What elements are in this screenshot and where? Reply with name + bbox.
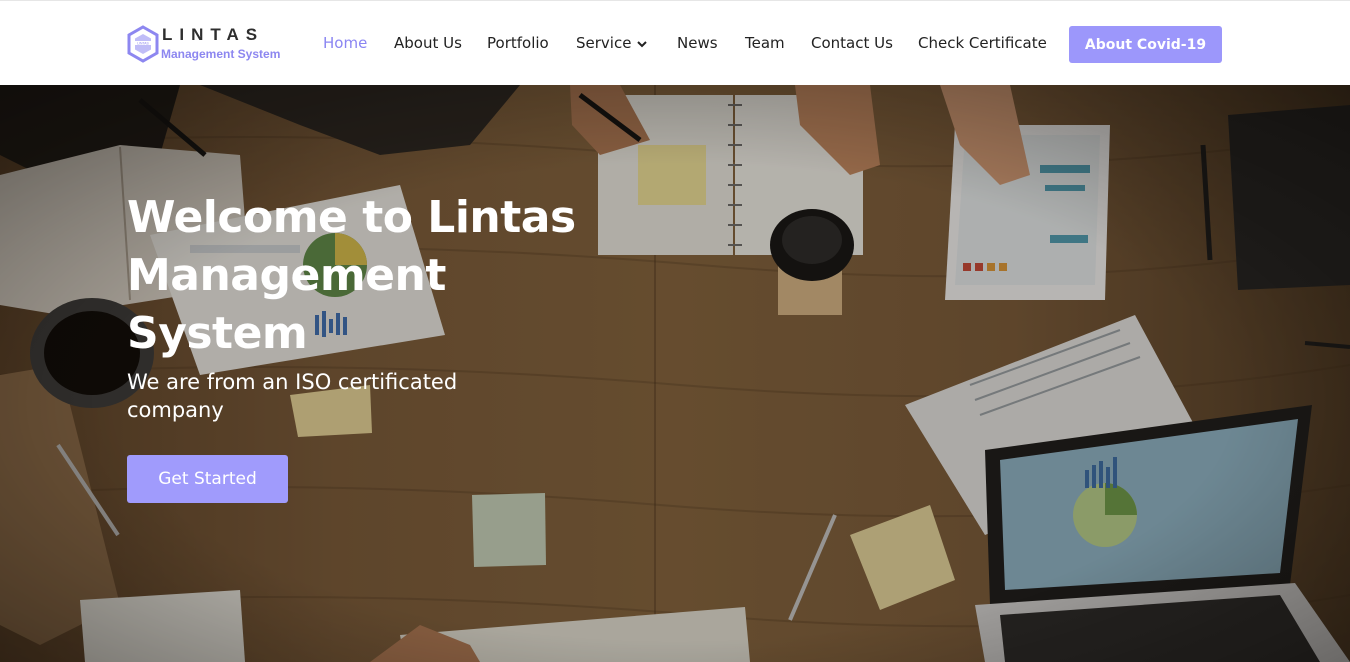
hero-title: Welcome to Lintas Management System	[127, 192, 576, 359]
get-started-button[interactable]: Get Started	[127, 455, 288, 503]
nav-team[interactable]: Team	[745, 34, 785, 52]
hero-section: Welcome to Lintas Management System We a…	[0, 85, 1350, 662]
nav-home[interactable]: Home	[323, 34, 367, 52]
svg-text:LINTAS: LINTAS	[137, 41, 149, 45]
logo-tagline: Management System	[161, 47, 281, 61]
nav-portfolio[interactable]: Portfolio	[487, 34, 549, 52]
chevron-down-icon	[637, 40, 648, 47]
nav-service[interactable]: Service	[576, 34, 648, 52]
nav-news[interactable]: News	[677, 34, 718, 52]
site-header: LINTAS LINTAS Management System Home Abo…	[0, 0, 1350, 85]
nav-about-us[interactable]: About Us	[394, 34, 462, 52]
hexagon-logo-icon: LINTAS	[127, 25, 159, 63]
nav-contact-us[interactable]: Contact Us	[811, 34, 893, 52]
hero-subtitle: We are from an ISO certificated company	[127, 370, 458, 422]
site-logo[interactable]: LINTAS LINTAS Management System	[126, 25, 291, 65]
logo-wordmark: LINTAS	[162, 25, 265, 44]
nav-service-label: Service	[576, 34, 632, 52]
nav-check-certificate[interactable]: Check Certificate	[918, 34, 1047, 52]
about-covid-button[interactable]: About Covid-19	[1069, 26, 1222, 63]
